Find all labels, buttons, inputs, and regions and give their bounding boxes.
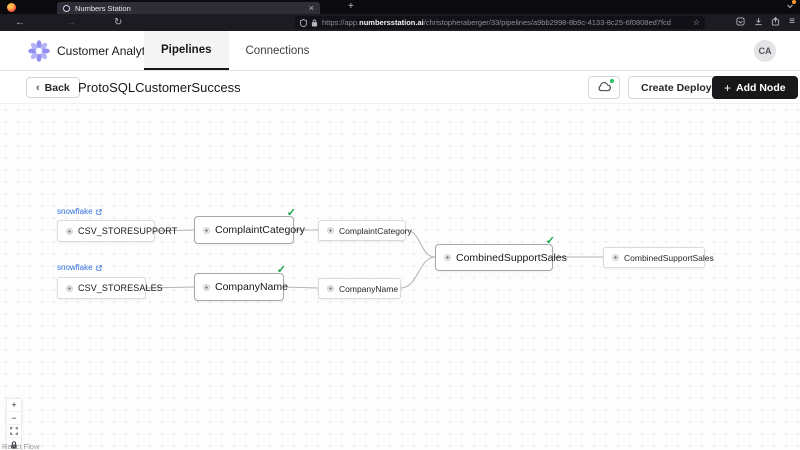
- new-tab-button[interactable]: +: [348, 1, 354, 13]
- add-node-button[interactable]: + Add Node: [712, 76, 798, 99]
- padlock-icon[interactable]: [311, 14, 318, 32]
- tab-close-icon[interactable]: ×: [309, 3, 314, 13]
- back-chevron-icon: ‹: [36, 81, 40, 94]
- table-dot-icon: [612, 254, 619, 261]
- site-favicon-icon: [63, 4, 70, 12]
- react-flow-attribution: React Flow: [2, 442, 40, 450]
- node-complaintcategory[interactable]: ComplaintCategory ✓: [194, 207, 305, 244]
- forward-nav-icon[interactable]: →: [66, 18, 76, 28]
- browser-navbar: ← → ↻ https://app.numbersstation.ai/chri…: [0, 14, 800, 31]
- pipeline-canvas[interactable]: snowflake CSV_STORESUPPORT ComplaintCate…: [0, 104, 800, 450]
- app-header: Customer Analytics Pipelines Connections…: [0, 31, 800, 71]
- notification-dot: [792, 0, 796, 4]
- pocket-shield-icon[interactable]: [736, 17, 745, 26]
- table-dot-icon: [327, 285, 334, 292]
- pipeline-toolbar: ‹ Back ProtoSQLCustomerSuccess Create De…: [0, 71, 800, 104]
- tab-title: Numbers Station: [75, 3, 131, 13]
- back-label: Back: [44, 81, 70, 94]
- bookmark-star-icon[interactable]: ☆: [693, 18, 700, 27]
- success-check-icon: ✓: [545, 235, 555, 247]
- zoom-out-button[interactable]: −: [7, 412, 21, 425]
- source-link-snowflake[interactable]: snowflake: [57, 263, 102, 272]
- table-dot-icon: [66, 284, 73, 292]
- cloud-status-button[interactable]: [588, 76, 620, 99]
- tab-pipelines[interactable]: Pipelines: [144, 31, 229, 70]
- source-link-snowflake[interactable]: snowflake: [57, 207, 102, 216]
- external-link-icon: [95, 208, 102, 215]
- success-check-icon: ✓: [276, 264, 286, 276]
- node-csv-storesales[interactable]: CSV_STORESALES: [57, 277, 163, 299]
- node-companyname-output[interactable]: CompanyName: [318, 278, 401, 299]
- node-companyname[interactable]: CompanyName ✓: [194, 264, 288, 301]
- menu-hamburger-icon[interactable]: ≡: [789, 17, 795, 27]
- user-avatar[interactable]: CA: [754, 40, 776, 62]
- share-icon[interactable]: [771, 17, 780, 26]
- pipeline-title: ProtoSQLCustomerSuccess: [78, 80, 241, 95]
- table-dot-icon: [444, 254, 451, 261]
- table-dot-icon: [327, 227, 334, 234]
- back-nav-icon[interactable]: ←: [15, 18, 25, 28]
- refresh-nav-icon[interactable]: ↻: [114, 18, 122, 28]
- plus-icon: +: [724, 80, 732, 95]
- node-csv-storesupport[interactable]: CSV_STORESUPPORT: [57, 220, 177, 242]
- create-deploy-button[interactable]: Create Deploy: [628, 76, 725, 99]
- cloud-status-dot: [609, 78, 614, 83]
- numbers-station-logo-icon[interactable]: [27, 39, 51, 63]
- edge: [283, 286, 319, 289]
- tab-connections[interactable]: Connections: [229, 31, 327, 70]
- browser-tab-strip: Numbers Station × +: [0, 0, 800, 14]
- back-button[interactable]: ‹ Back: [26, 77, 80, 98]
- tracking-shield-icon[interactable]: [300, 14, 307, 32]
- fit-view-button[interactable]: [7, 425, 21, 438]
- node-combinedsupportsales-output[interactable]: CombinedSupportSales: [603, 247, 714, 268]
- node-combinedsupportsales[interactable]: CombinedSupportSales ✓: [435, 235, 567, 271]
- firefox-icon: [6, 2, 16, 12]
- browser-tab[interactable]: Numbers Station ×: [57, 2, 320, 14]
- zoom-in-button[interactable]: +: [7, 399, 21, 412]
- table-dot-icon: [203, 283, 210, 291]
- table-dot-icon: [66, 227, 73, 235]
- firefox-view-button[interactable]: [4, 1, 18, 13]
- app-tabs: Pipelines Connections: [144, 31, 326, 71]
- node-complaintcategory-output[interactable]: ComplaintCategory: [318, 220, 412, 241]
- edge: [400, 256, 436, 289]
- external-link-icon: [95, 264, 102, 271]
- success-check-icon: ✓: [286, 207, 296, 219]
- fit-view-icon: [10, 427, 18, 435]
- add-node-label: Add Node: [736, 81, 786, 94]
- table-dot-icon: [203, 226, 210, 234]
- url-bar[interactable]: https://app.numbersstation.ai/christophe…: [295, 16, 705, 29]
- url-text: https://app.numbersstation.ai/christophe…: [322, 18, 671, 27]
- cloud-icon: [597, 78, 614, 95]
- downloads-icon[interactable]: [754, 17, 763, 26]
- list-tabs-chevron-icon[interactable]: [786, 0, 796, 10]
